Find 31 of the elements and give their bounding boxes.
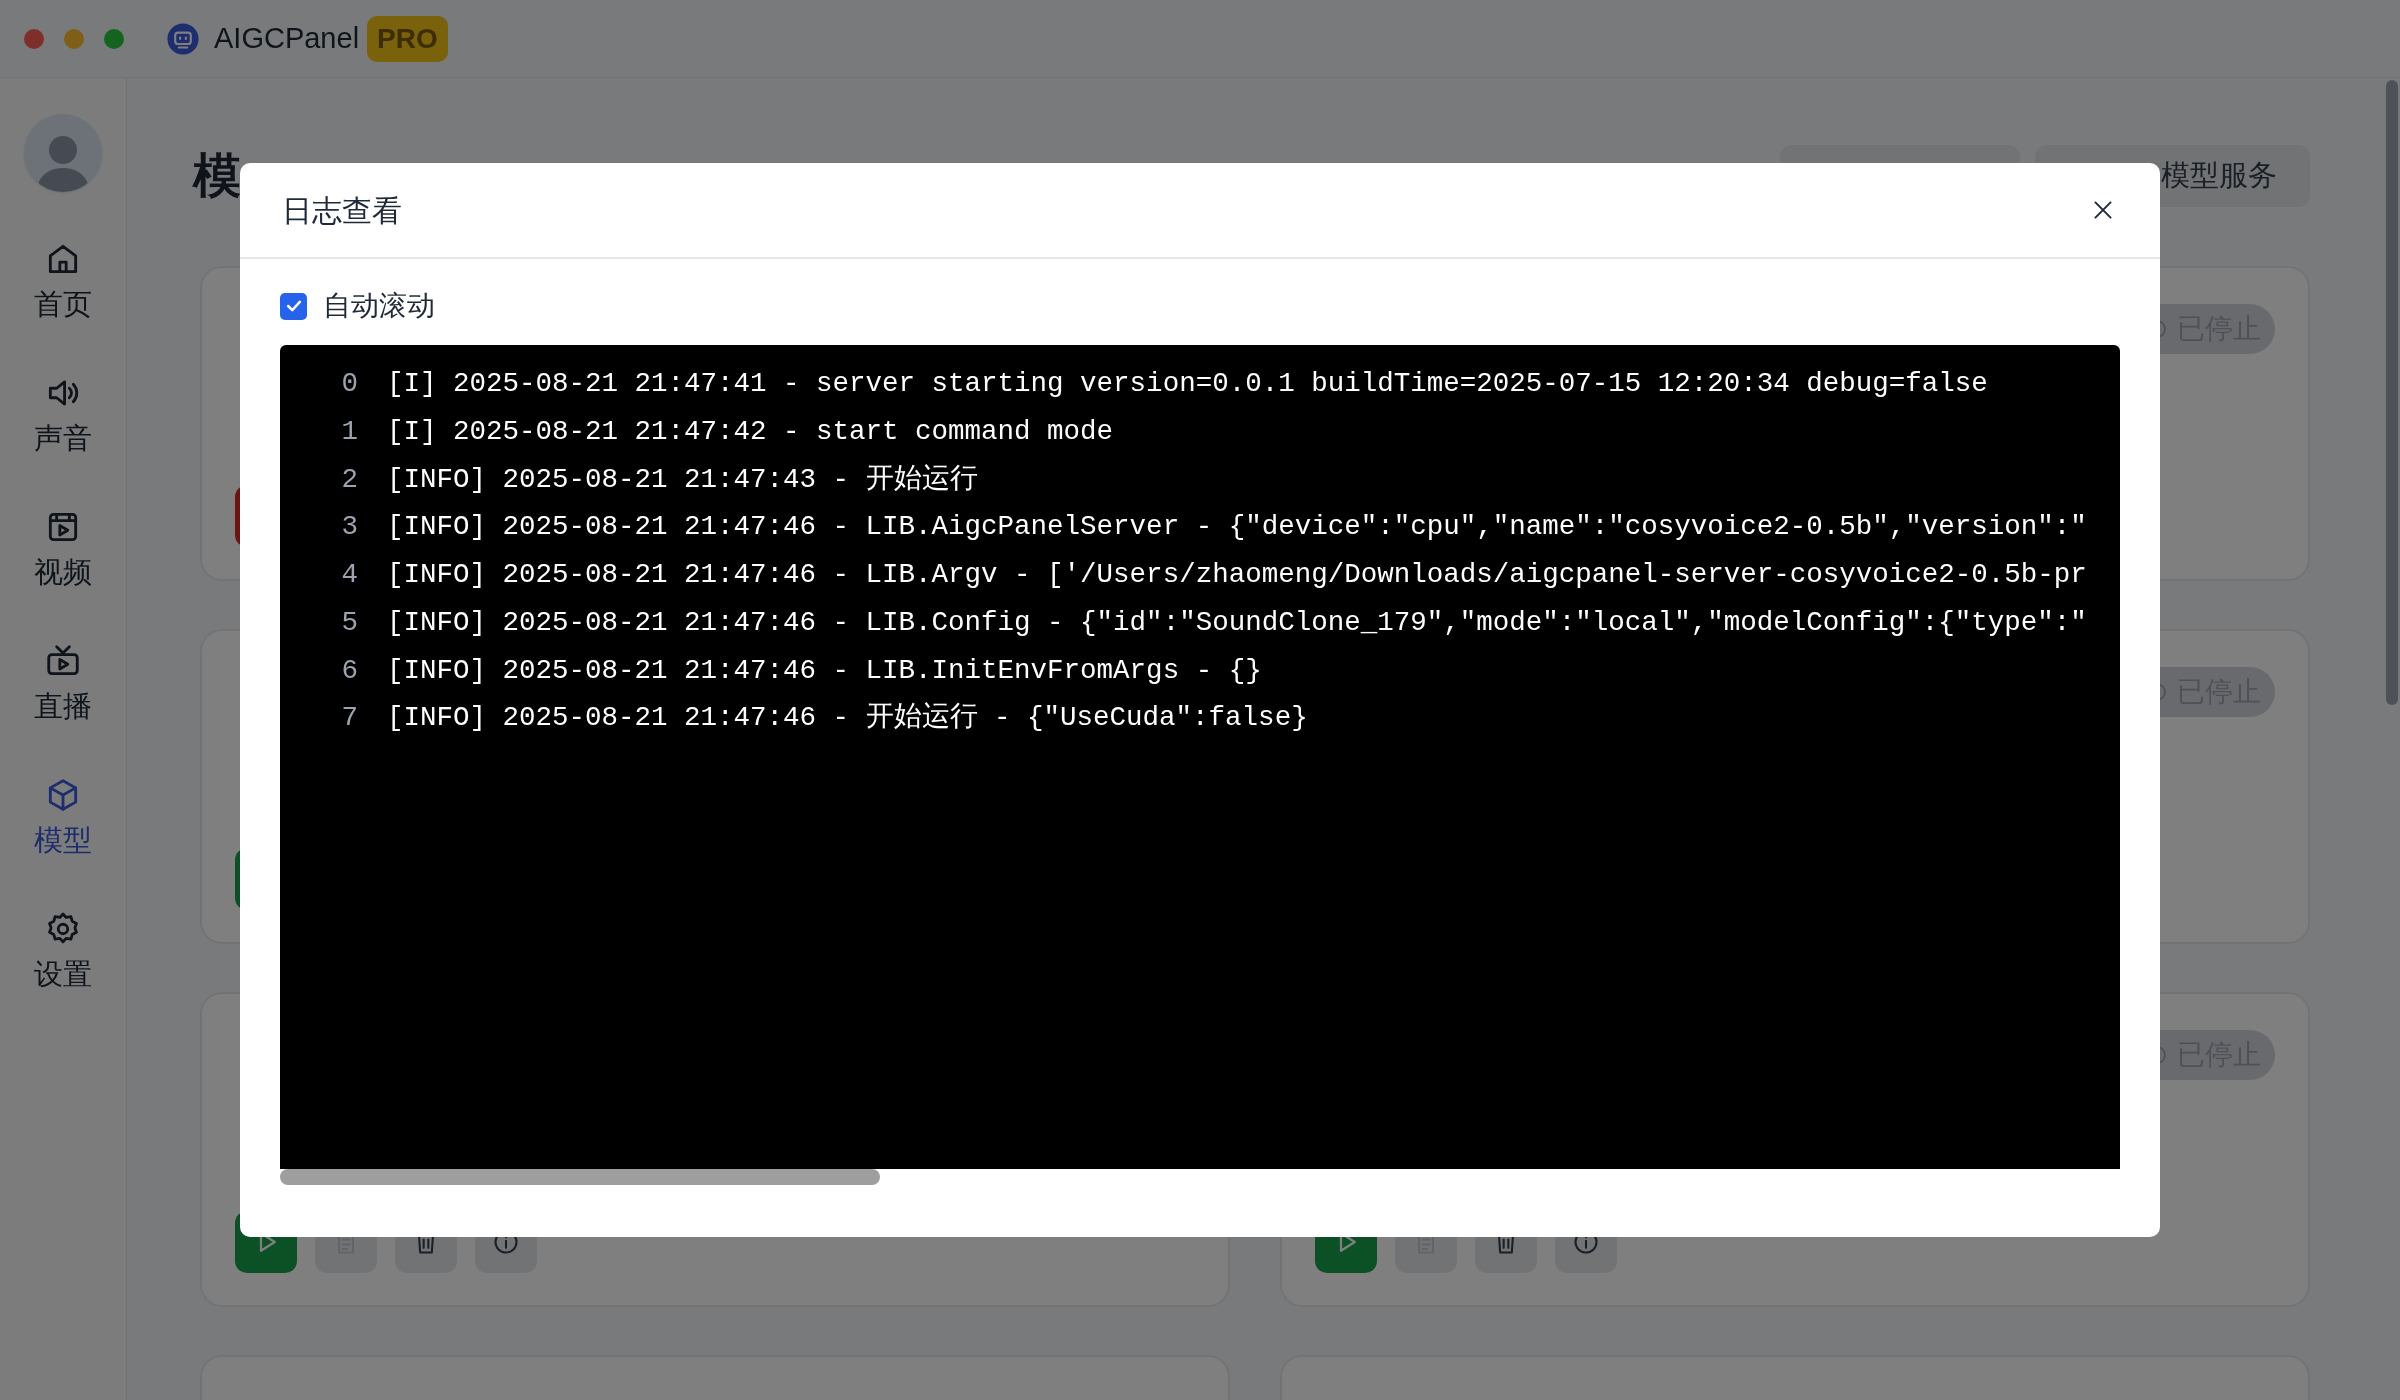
log-line: [INFO] 2025-08-21 21:47:46 - LIB.Argv - ['/Users/zhaomeng/Downloads/aigcpanel-server-cosyvoice2-0.5b-pr [387, 559, 2087, 591]
nav-item[interactable]: 首页 [34, 240, 92, 322]
log-line: [I] 2025-08-21 21:47:41 - server starting version=0.0.1 buildTime=2025-07-15 12:20:34 debug=false [387, 368, 1988, 400]
app-title: AIGCPanel [214, 20, 360, 56]
line-number: 7 [340, 702, 358, 734]
line-number: 4 [340, 559, 358, 591]
nav-item[interactable]: 视频 [34, 508, 92, 590]
auto-scroll-label: 自动滚动 [323, 289, 435, 323]
line-number: 3 [340, 511, 358, 543]
line-number: 1 [340, 415, 358, 447]
pro-badge: PRO [367, 15, 448, 62]
robot-logo-icon [166, 21, 200, 56]
log-line: [INFO] 2025-08-21 21:47:46 - LIB.InitEnvFromArgs - {} [387, 654, 1262, 686]
auto-scroll-checkbox[interactable] [280, 292, 307, 320]
nav-item[interactable]: 声音 [34, 374, 92, 456]
horizontal-scrollbar[interactable] [280, 1169, 880, 1185]
nav-item[interactable]: 直播 [34, 642, 92, 724]
line-number: 6 [340, 654, 358, 686]
line-number: 5 [340, 606, 358, 639]
line-number: 2 [340, 463, 358, 495]
log-line: [INFO] 2025-08-21 21:47:46 - LIB.Config - {"id":"SoundClone_179","mode":"local","modelConfig":{"type":" [387, 606, 2087, 639]
nav-item[interactable]: 设置 [34, 910, 92, 992]
log-line: [INFO] 2025-08-21 21:47:46 - 开始运行 - {"UseCuda":false} [387, 702, 1308, 734]
line-number: 0 [340, 368, 358, 400]
log-line: [INFO] 2025-08-21 21:47:46 - LIB.AigcPanelServer - {"device":"cpu","name":"cosyvoice2-0.5b","version":" [387, 511, 2087, 543]
page-title: 模 [193, 148, 241, 204]
dialog-title: 日志查看 [282, 192, 402, 229]
scrollbar[interactable] [2386, 80, 2398, 705]
log-line: [INFO] 2025-08-21 21:47:43 - 开始运行 [387, 463, 978, 495]
nav-item[interactable]: 模型 [34, 776, 92, 858]
log-line: [I] 2025-08-21 21:47:42 - start command mode [387, 415, 1114, 447]
